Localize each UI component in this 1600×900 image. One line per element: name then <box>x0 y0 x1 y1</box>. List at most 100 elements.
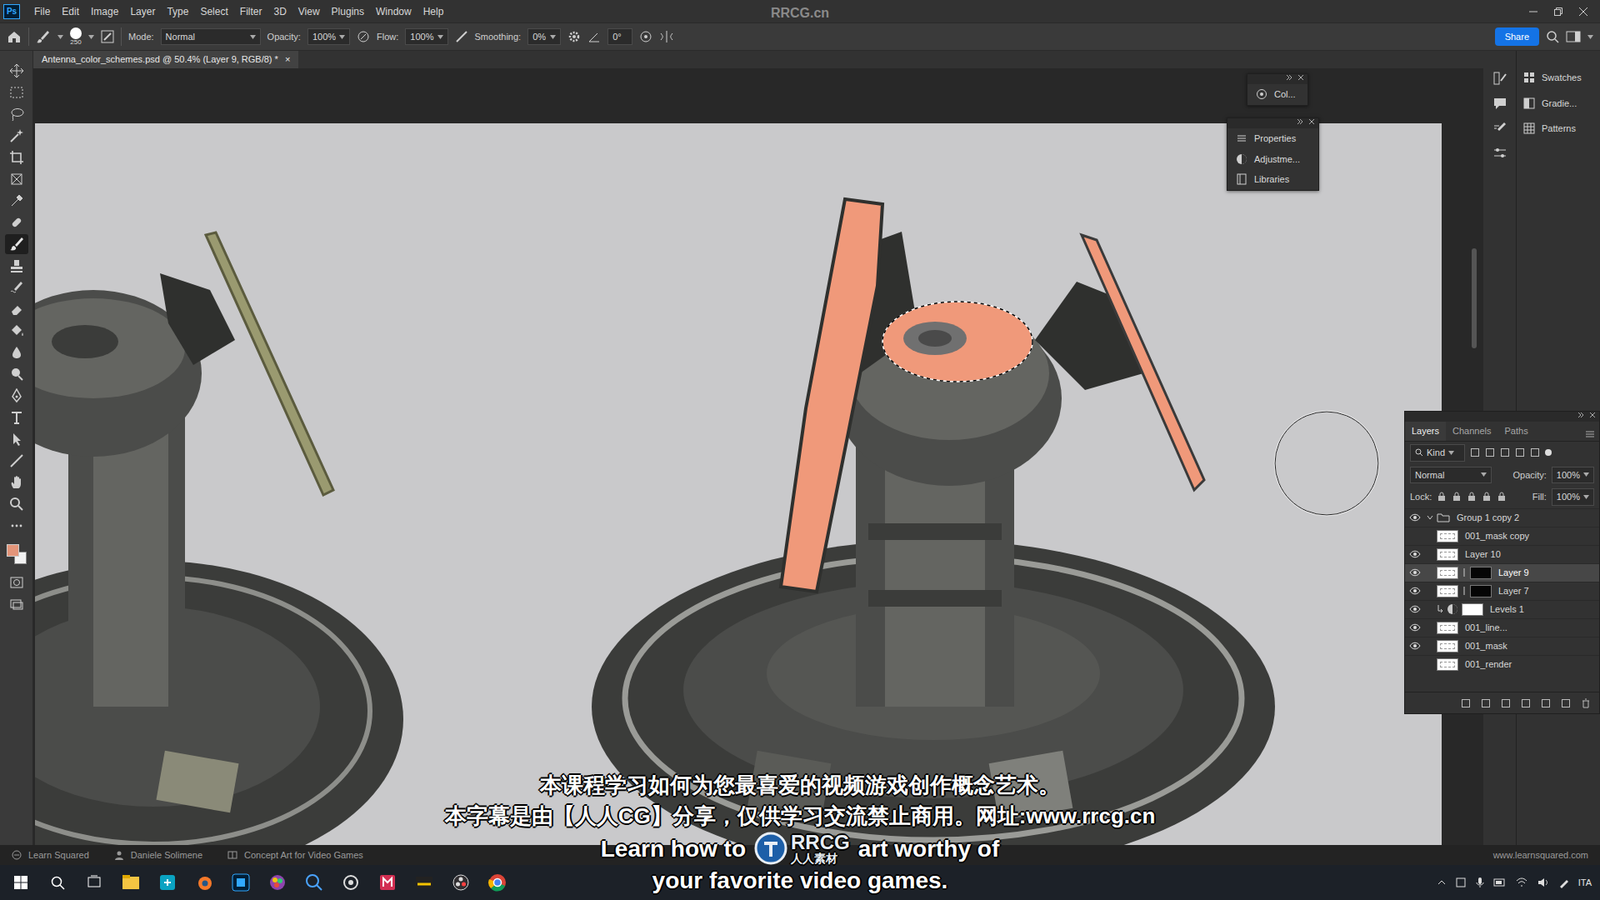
tool-button[interactable] <box>5 472 29 493</box>
tool-button[interactable] <box>5 277 29 298</box>
menu-item[interactable]: File <box>28 2 56 21</box>
comment-icon[interactable] <box>1492 95 1508 111</box>
tool-button[interactable] <box>5 125 29 146</box>
device-icon[interactable] <box>1455 876 1467 889</box>
visibility-toggle[interactable] <box>1408 585 1422 597</box>
option-field[interactable]: Normal <box>160 28 261 46</box>
menu-item[interactable]: View <box>292 2 326 21</box>
taskbar-app[interactable] <box>265 870 290 895</box>
brush-preset[interactable]: 250 <box>70 27 82 46</box>
pressure-opacity-icon[interactable] <box>356 30 370 44</box>
visibility-toggle[interactable] <box>1408 530 1422 542</box>
panel-button[interactable]: Properties <box>1227 128 1319 150</box>
visibility-toggle[interactable] <box>1408 511 1422 524</box>
taskbar-app[interactable] <box>338 870 364 895</box>
new-layer-icon[interactable] <box>1560 698 1571 709</box>
taskview-button[interactable] <box>81 870 107 895</box>
lock-all-icon[interactable] <box>1496 491 1507 502</box>
panel-menu[interactable] <box>1580 421 1600 441</box>
restore-icon[interactable] <box>1553 6 1564 17</box>
panel-tab[interactable]: Paths <box>1498 421 1535 441</box>
blend-select[interactable]: Normal <box>1410 466 1492 485</box>
tool-button[interactable] <box>5 299 29 320</box>
filter-select[interactable]: Kind <box>1410 444 1465 462</box>
group-icon[interactable] <box>1540 698 1551 709</box>
gear-icon[interactable] <box>567 30 581 44</box>
mask-icon[interactable] <box>1500 698 1511 709</box>
tool-button[interactable] <box>5 255 29 276</box>
link-icon[interactable] <box>1460 698 1471 709</box>
menu-item[interactable]: Layer <box>124 2 161 21</box>
minimize-icon[interactable] <box>1528 6 1539 17</box>
screenmode-button[interactable] <box>5 594 29 615</box>
tool-button[interactable] <box>5 494 29 515</box>
tool-button[interactable] <box>5 342 29 363</box>
filter-toggle[interactable] <box>1545 449 1552 456</box>
home-icon[interactable] <box>6 30 22 44</box>
menu-item[interactable]: Edit <box>55 2 85 21</box>
panel-tab[interactable]: Layers <box>1405 421 1446 441</box>
adjust-panel-icon[interactable] <box>1492 145 1508 161</box>
trash-icon[interactable] <box>1580 698 1591 709</box>
panel-button[interactable]: Libraries <box>1227 169 1319 190</box>
tool-button[interactable] <box>5 104 29 125</box>
tool-button[interactable] <box>5 190 29 211</box>
fill-field[interactable]: 100% <box>1551 488 1595 506</box>
collapse-icon[interactable] <box>1577 411 1585 419</box>
filter-image-icon[interactable] <box>1470 447 1480 458</box>
taskbar-app[interactable] <box>375 870 400 895</box>
battery-icon[interactable] <box>1493 877 1507 888</box>
brush-panel-icon[interactable] <box>1492 120 1508 136</box>
layer-row[interactable]: Layer 9 <box>1405 563 1600 582</box>
tool-button[interactable] <box>5 60 29 81</box>
tool-button[interactable] <box>5 212 29 233</box>
volume-icon[interactable] <box>1536 876 1550 889</box>
tool-button[interactable] <box>5 450 29 471</box>
menu-item[interactable]: Type <box>160 2 195 21</box>
visibility-toggle[interactable] <box>1408 658 1422 670</box>
symmetry-icon[interactable] <box>659 30 675 44</box>
workspace-icon[interactable] <box>1565 30 1581 44</box>
visibility-toggle[interactable] <box>1408 640 1422 652</box>
taskbar-app[interactable] <box>448 870 474 895</box>
lock-pixels-icon[interactable] <box>1451 491 1462 502</box>
menu-item[interactable]: Image <box>85 2 125 21</box>
history-panel-icon[interactable] <box>1492 70 1508 86</box>
brush-settings-icon[interactable] <box>100 30 115 44</box>
tool-button[interactable] <box>5 147 29 168</box>
collapse-icon[interactable] <box>1296 118 1304 125</box>
menu-item[interactable]: Window <box>370 2 418 21</box>
taskbar-app[interactable] <box>228 870 254 895</box>
dock-item[interactable]: Swatches <box>1516 67 1600 89</box>
menu-item[interactable]: Select <box>194 2 234 21</box>
close-icon[interactable] <box>1578 6 1589 17</box>
menu-item[interactable]: Filter <box>234 2 269 21</box>
adjustment-icon[interactable] <box>1520 698 1531 709</box>
taskbar-app[interactable] <box>155 870 180 895</box>
menu-item[interactable]: Plugins <box>325 2 370 21</box>
opacity-field[interactable]: 100% <box>1551 466 1595 485</box>
pressure-size-icon[interactable] <box>639 30 653 44</box>
chevron-up-icon[interactable] <box>1436 877 1447 888</box>
document-tab[interactable]: Antenna_color_schemes.psd @ 50.4% (Layer… <box>33 50 299 69</box>
layer-row[interactable]: 001_mask <box>1405 636 1600 655</box>
taskbar-app[interactable] <box>411 870 437 895</box>
search-button[interactable] <box>45 870 70 895</box>
collapse-icon[interactable] <box>1285 74 1293 81</box>
layer-row[interactable]: 001_render <box>1405 655 1600 674</box>
tool-button[interactable] <box>5 515 29 536</box>
tool-button[interactable] <box>5 320 29 341</box>
taskbar-app[interactable] <box>191 870 217 895</box>
quickmask-button[interactable] <box>5 572 29 593</box>
canvas-image[interactable] <box>35 123 1442 845</box>
close-icon[interactable] <box>1589 411 1596 419</box>
option-field[interactable]: 100% <box>307 28 350 46</box>
search-icon[interactable] <box>1545 30 1560 44</box>
option-field[interactable]: 100% <box>405 28 448 46</box>
start-button[interactable] <box>8 870 34 895</box>
layer-row[interactable]: Group 1 copy 2 <box>1405 508 1600 527</box>
tool-button[interactable] <box>5 429 29 450</box>
layer-row[interactable]: Layer 7 <box>1405 581 1600 600</box>
menu-item[interactable]: 3D <box>267 2 292 21</box>
scrollbar[interactable] <box>1471 248 1477 349</box>
